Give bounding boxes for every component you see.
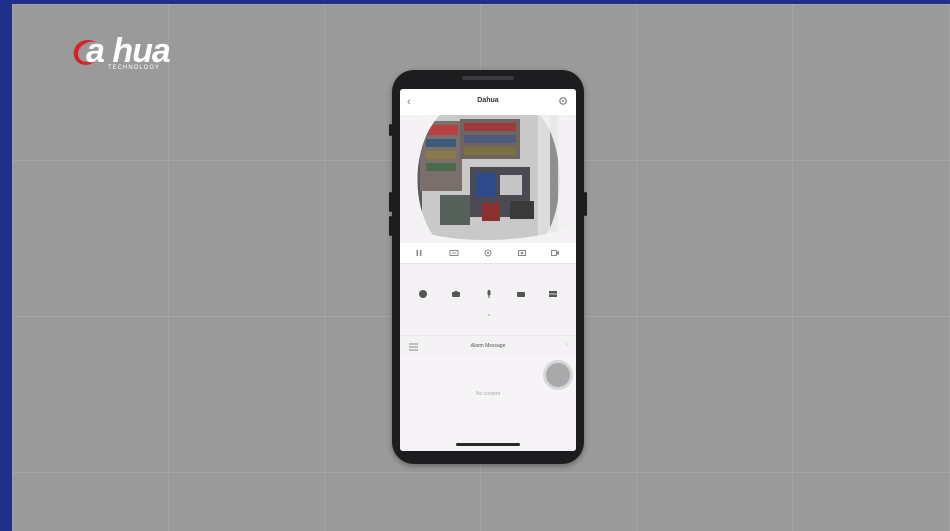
- empty-state-message: No content: [475, 391, 501, 397]
- logo-subtext: TECHNOLOGY: [108, 65, 161, 71]
- app-screen: ‹ Dahua 2019-03-13 12:00:00 Alarm Messag…: [400, 89, 576, 451]
- image-icon[interactable]: [516, 289, 526, 299]
- video-timestamp-date: 2019-03-13: [403, 117, 419, 121]
- menu-grid-icon[interactable]: [548, 289, 558, 299]
- ptz-icon[interactable]: [418, 289, 428, 299]
- record-icon[interactable]: [550, 248, 560, 258]
- alarm-message-label: Alarm Message: [470, 343, 506, 349]
- audio-icon[interactable]: [483, 248, 493, 258]
- alarm-list-empty: No content: [400, 357, 576, 451]
- camera-icon[interactable]: [451, 289, 461, 299]
- phone-mockup: ‹ Dahua 2019-03-13 12:00:00 Alarm Messag…: [389, 70, 587, 464]
- page-indicator-dot: [488, 314, 490, 316]
- snapshot-icon[interactable]: [517, 248, 527, 258]
- live-video-feed[interactable]: 2019-03-13 12:00:00: [400, 115, 576, 243]
- home-indicator: [456, 443, 520, 446]
- function-panel: [400, 264, 576, 334]
- stream-quality-icon[interactable]: [449, 248, 459, 258]
- camera-fisheye-image: [400, 115, 576, 243]
- playback-toolbar: [400, 243, 576, 264]
- phone-side-button: [389, 192, 392, 212]
- phone-side-button: [389, 216, 392, 236]
- phone-speaker: [462, 76, 514, 80]
- app-header: ‹ Dahua: [400, 89, 576, 116]
- pause-icon[interactable]: [414, 248, 424, 258]
- phone-power-button: [584, 192, 587, 216]
- alarm-message-bar[interactable]: Alarm Message ›: [400, 335, 576, 359]
- video-timestamp-time: 12:00:00: [561, 117, 573, 121]
- app-title: Dahua: [477, 97, 499, 104]
- gear-icon[interactable]: [558, 96, 568, 106]
- floating-action-button[interactable]: [546, 363, 570, 387]
- microphone-icon[interactable]: [484, 289, 494, 299]
- phone-side-button: [389, 124, 392, 136]
- chevron-right-icon[interactable]: ›: [566, 342, 568, 348]
- dahua-logo: a hua TECHNOLOGY: [72, 32, 212, 76]
